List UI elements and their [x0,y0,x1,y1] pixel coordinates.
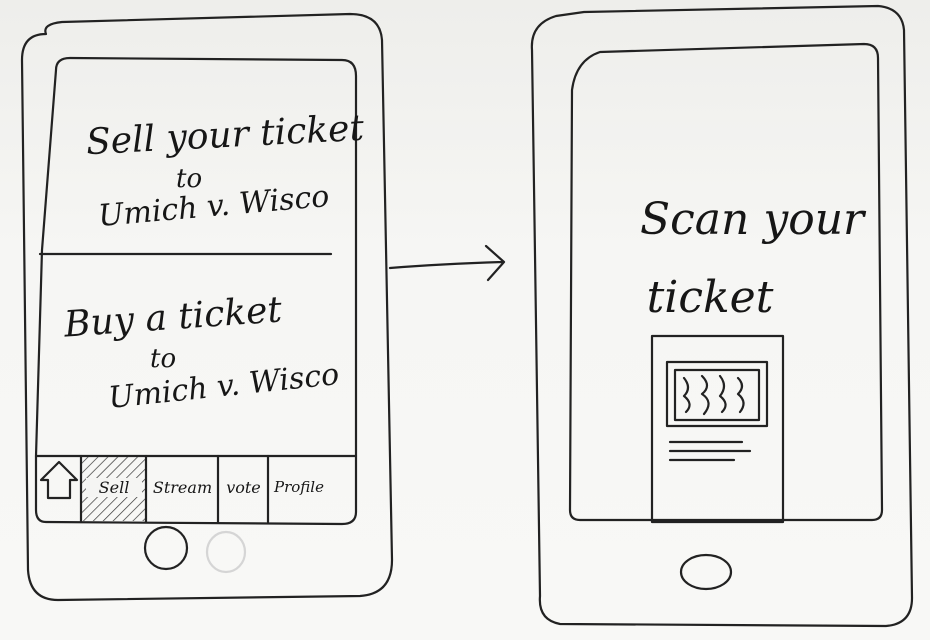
tab-home[interactable] [36,456,81,522]
tab-bar: Sell Stream vote Profile [36,456,356,522]
scan-title-line2: ticket [646,272,774,323]
tab-sell-label: Sell [86,478,142,497]
tab-vote-label: vote [226,478,261,497]
scan-title-line1: Scan your [640,194,865,245]
tab-stream[interactable]: Stream [147,456,218,522]
tab-profile[interactable]: Profile [269,456,356,522]
buy-panel-connector: to [150,344,177,374]
buy-ticket-panel[interactable] [40,258,352,452]
tab-vote[interactable]: vote [219,456,268,522]
tab-stream-label: Stream [152,478,213,497]
scan-ticket-area[interactable] [652,336,783,522]
tab-sell[interactable]: Sell [82,456,146,522]
right-arrow-icon [388,244,506,282]
right-home-button [679,553,733,591]
left-home-button [143,525,189,571]
tab-profile-label: Profile [274,478,324,496]
left-home-button-shadow [205,530,247,574]
sell-panel-connector: to [176,164,203,194]
